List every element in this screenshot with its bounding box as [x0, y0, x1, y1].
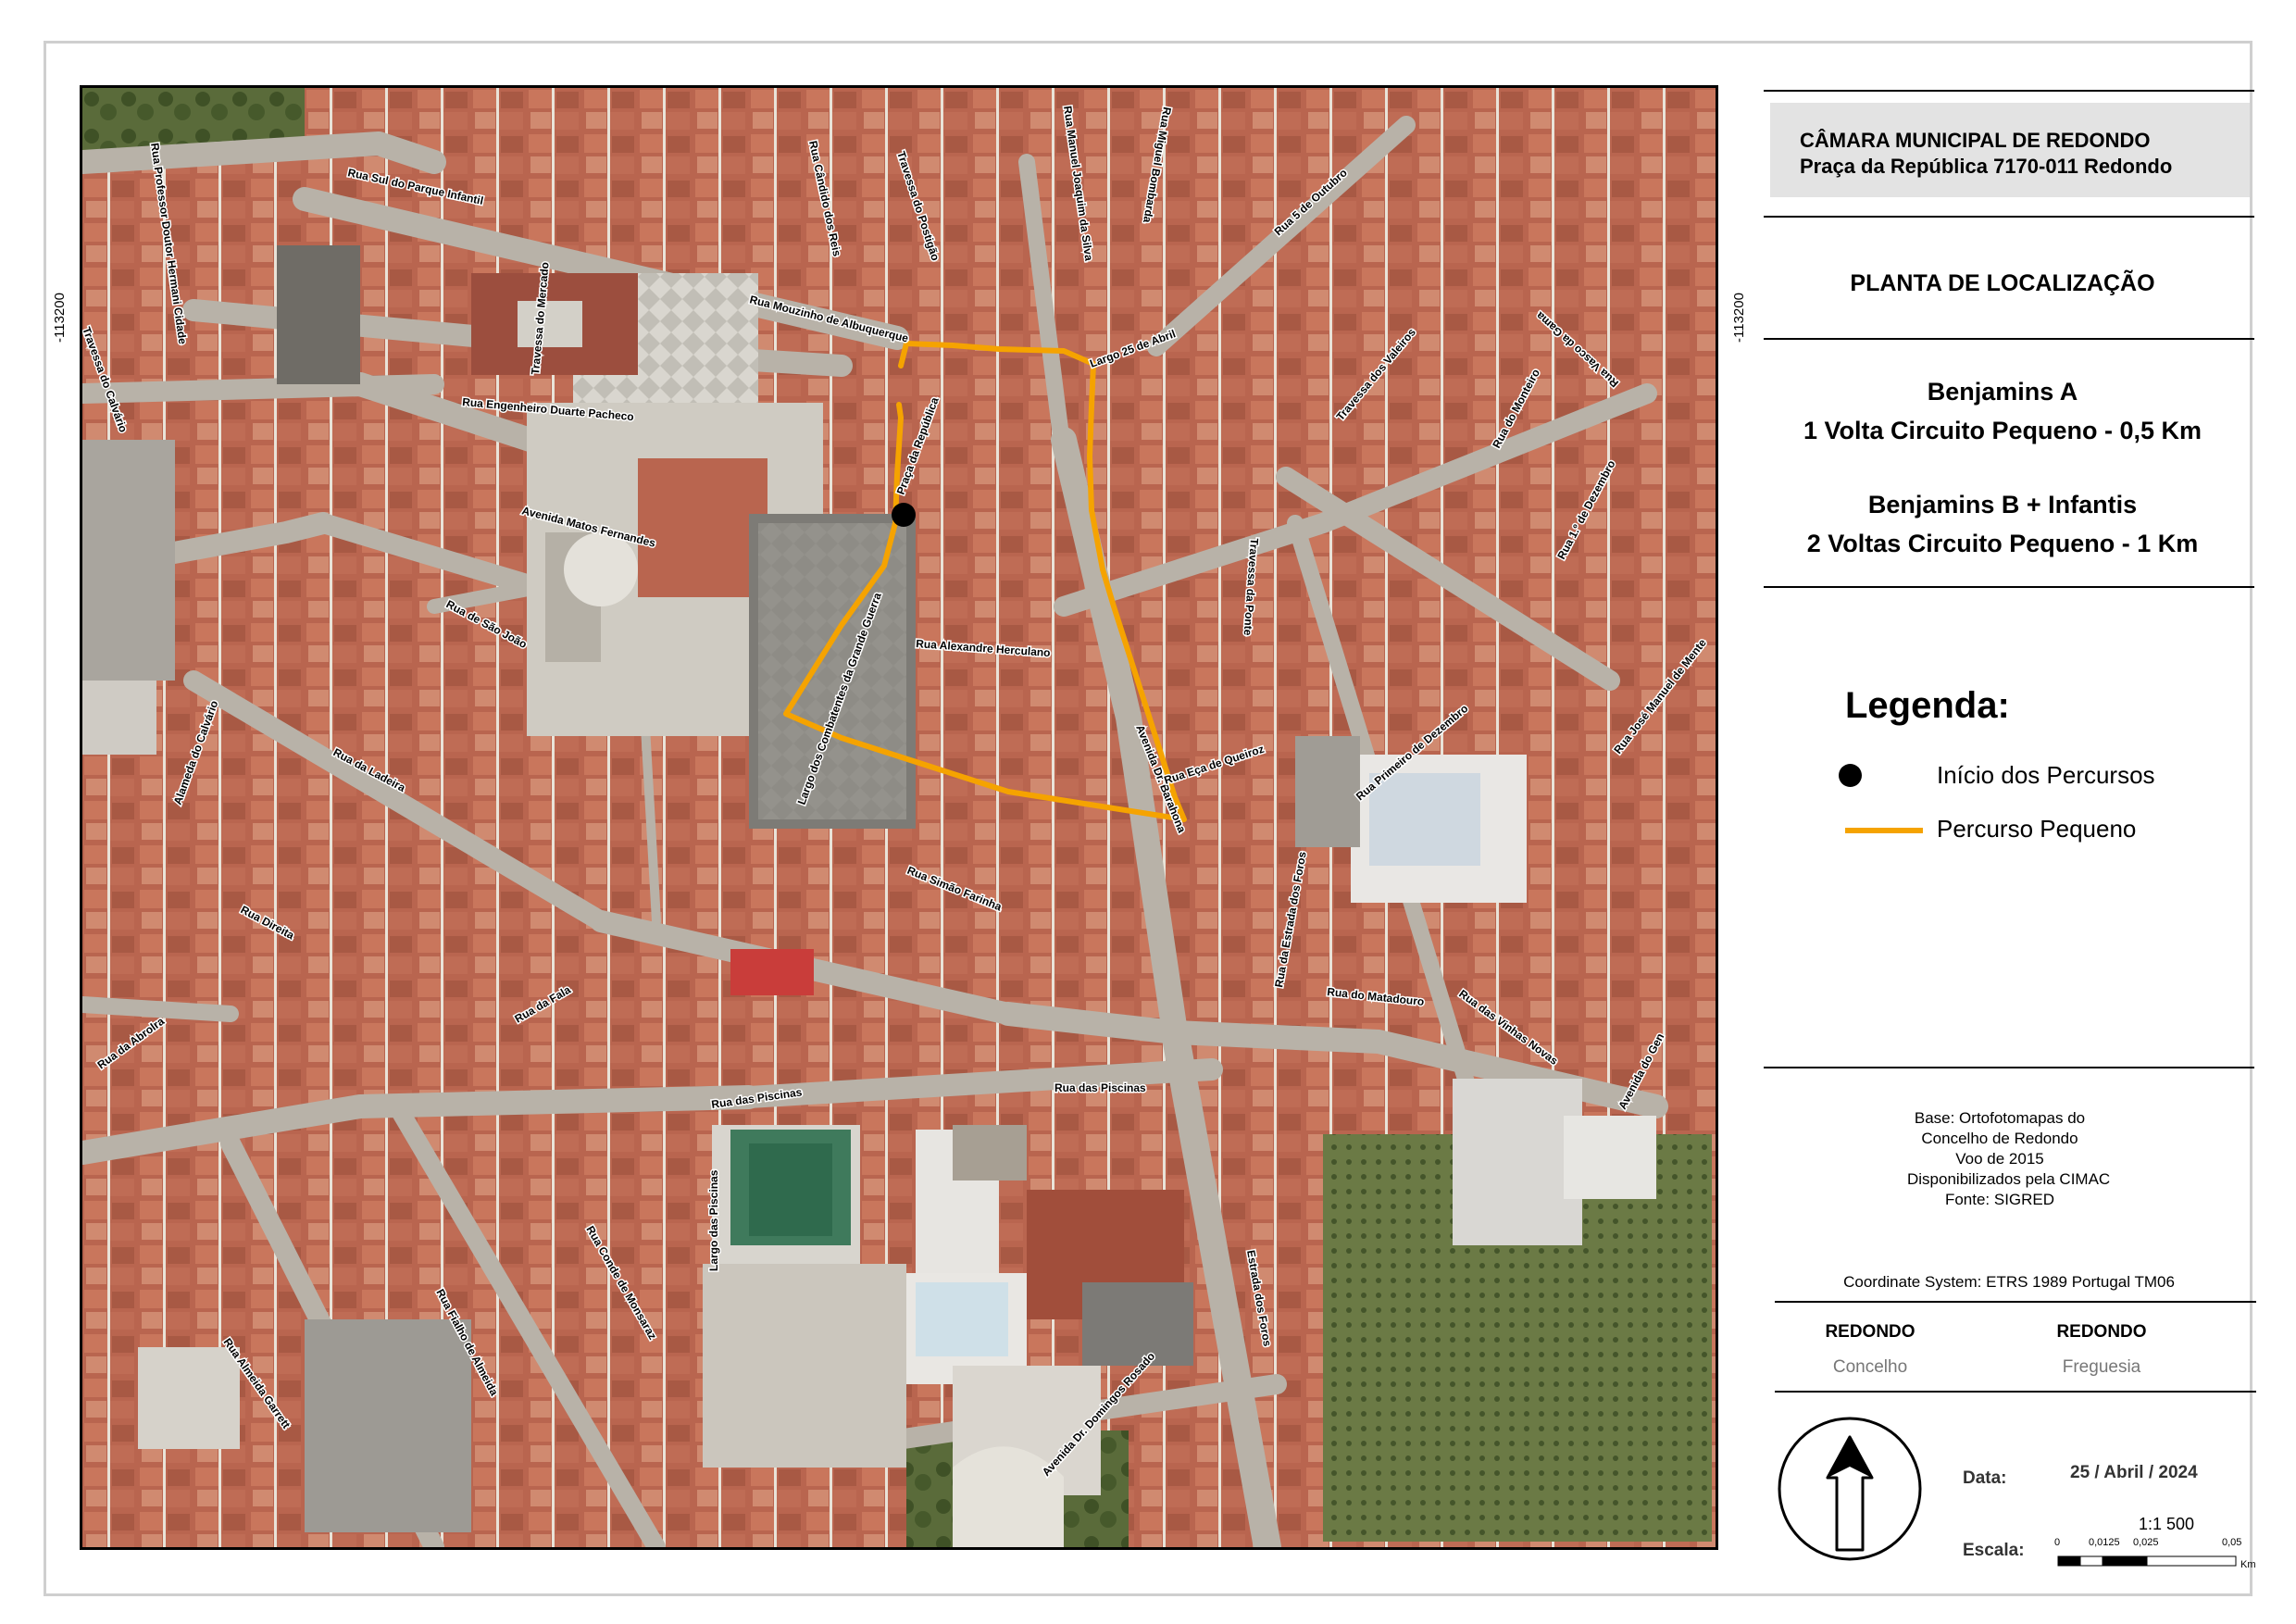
divider: [1764, 1067, 2254, 1068]
divider: [1775, 1391, 2256, 1393]
map-title: PLANTA DE LOCALIZAÇÃO: [1850, 270, 2155, 296]
header-box: CÂMARA MUNICIPAL DE REDONDO Praça da Rep…: [1770, 103, 2250, 197]
route-a-detail: 1 Volta Circuito Pequeno - 0,5 Km: [1803, 417, 2202, 444]
grid-coordinate-left: -113200: [52, 293, 68, 343]
aerial-map: Rua Professor Doutor Hermani Cidade Rua …: [82, 88, 1716, 1547]
scale-tick: 0: [2054, 1537, 2061, 1548]
legend-route-label: Percurso Pequeno: [1937, 815, 2137, 843]
north-arrow-icon: [1778, 1417, 1922, 1561]
grid-coordinate-right: -113200: [1731, 293, 1747, 343]
street-label: Largo das Piscinas: [707, 1169, 720, 1271]
route-b-detail: 2 Voltas Circuito Pequeno - 1 Km: [1806, 530, 2199, 557]
freguesia-label: Freguesia: [2062, 1357, 2141, 1377]
street-label: Rua das Piscinas: [1054, 1081, 1146, 1094]
scale-tick: 0,0125: [2089, 1537, 2120, 1548]
divider: [1764, 90, 2254, 92]
scale-unit: Km: [2240, 1559, 2256, 1570]
start-point-marker[interactable]: [892, 503, 916, 527]
divider: [1764, 216, 2254, 218]
route-a-name: Benjamins A: [1927, 378, 2078, 406]
source-line: Voo de 2015: [1955, 1150, 2044, 1168]
scale-label: Escala:: [1963, 1541, 2025, 1560]
source-line: Disponibilizados pela CIMAC: [1907, 1170, 2111, 1188]
legend-start-label: Início dos Percursos: [1937, 761, 2155, 789]
legend-title: Legenda:: [1845, 685, 2010, 726]
legend-start-symbol: [1839, 764, 1862, 787]
map-frame[interactable]: Rua Professor Doutor Hermani Cidade Rua …: [80, 85, 1718, 1550]
source-line: Base: Ortofotomapas do: [1914, 1109, 2086, 1127]
source-line: Concelho de Redondo: [1921, 1130, 2078, 1147]
organization-name: CÂMARA MUNICIPAL DE REDONDO: [1800, 129, 2151, 152]
scale-ratio: 1:1 500: [2139, 1515, 2195, 1533]
date-label: Data:: [1963, 1468, 2007, 1488]
scale-tick: 0,025: [2133, 1537, 2159, 1548]
route-b-name: Benjamins B + Infantis: [1867, 491, 2138, 518]
scale-tick: 0,05: [2222, 1537, 2242, 1548]
divider: [1764, 338, 2254, 340]
date-value: 25 / Abril / 2024: [2070, 1463, 2198, 1482]
divider: [1775, 1301, 2256, 1303]
organization-address: Praça da República 7170-011 Redondo: [1800, 155, 2173, 178]
legend-route-symbol: [1845, 828, 1923, 833]
coordinate-system: Coordinate System: ETRS 1989 Portugal TM…: [1843, 1273, 2175, 1291]
scale-bar: [2057, 1555, 2237, 1567]
concelho-label: Concelho: [1832, 1357, 1908, 1377]
divider: [1764, 586, 2254, 588]
source-line: Fonte: SIGRED: [1944, 1191, 2055, 1208]
concelho-value: REDONDO: [1825, 1322, 1915, 1342]
freguesia-value: REDONDO: [2056, 1322, 2147, 1342]
